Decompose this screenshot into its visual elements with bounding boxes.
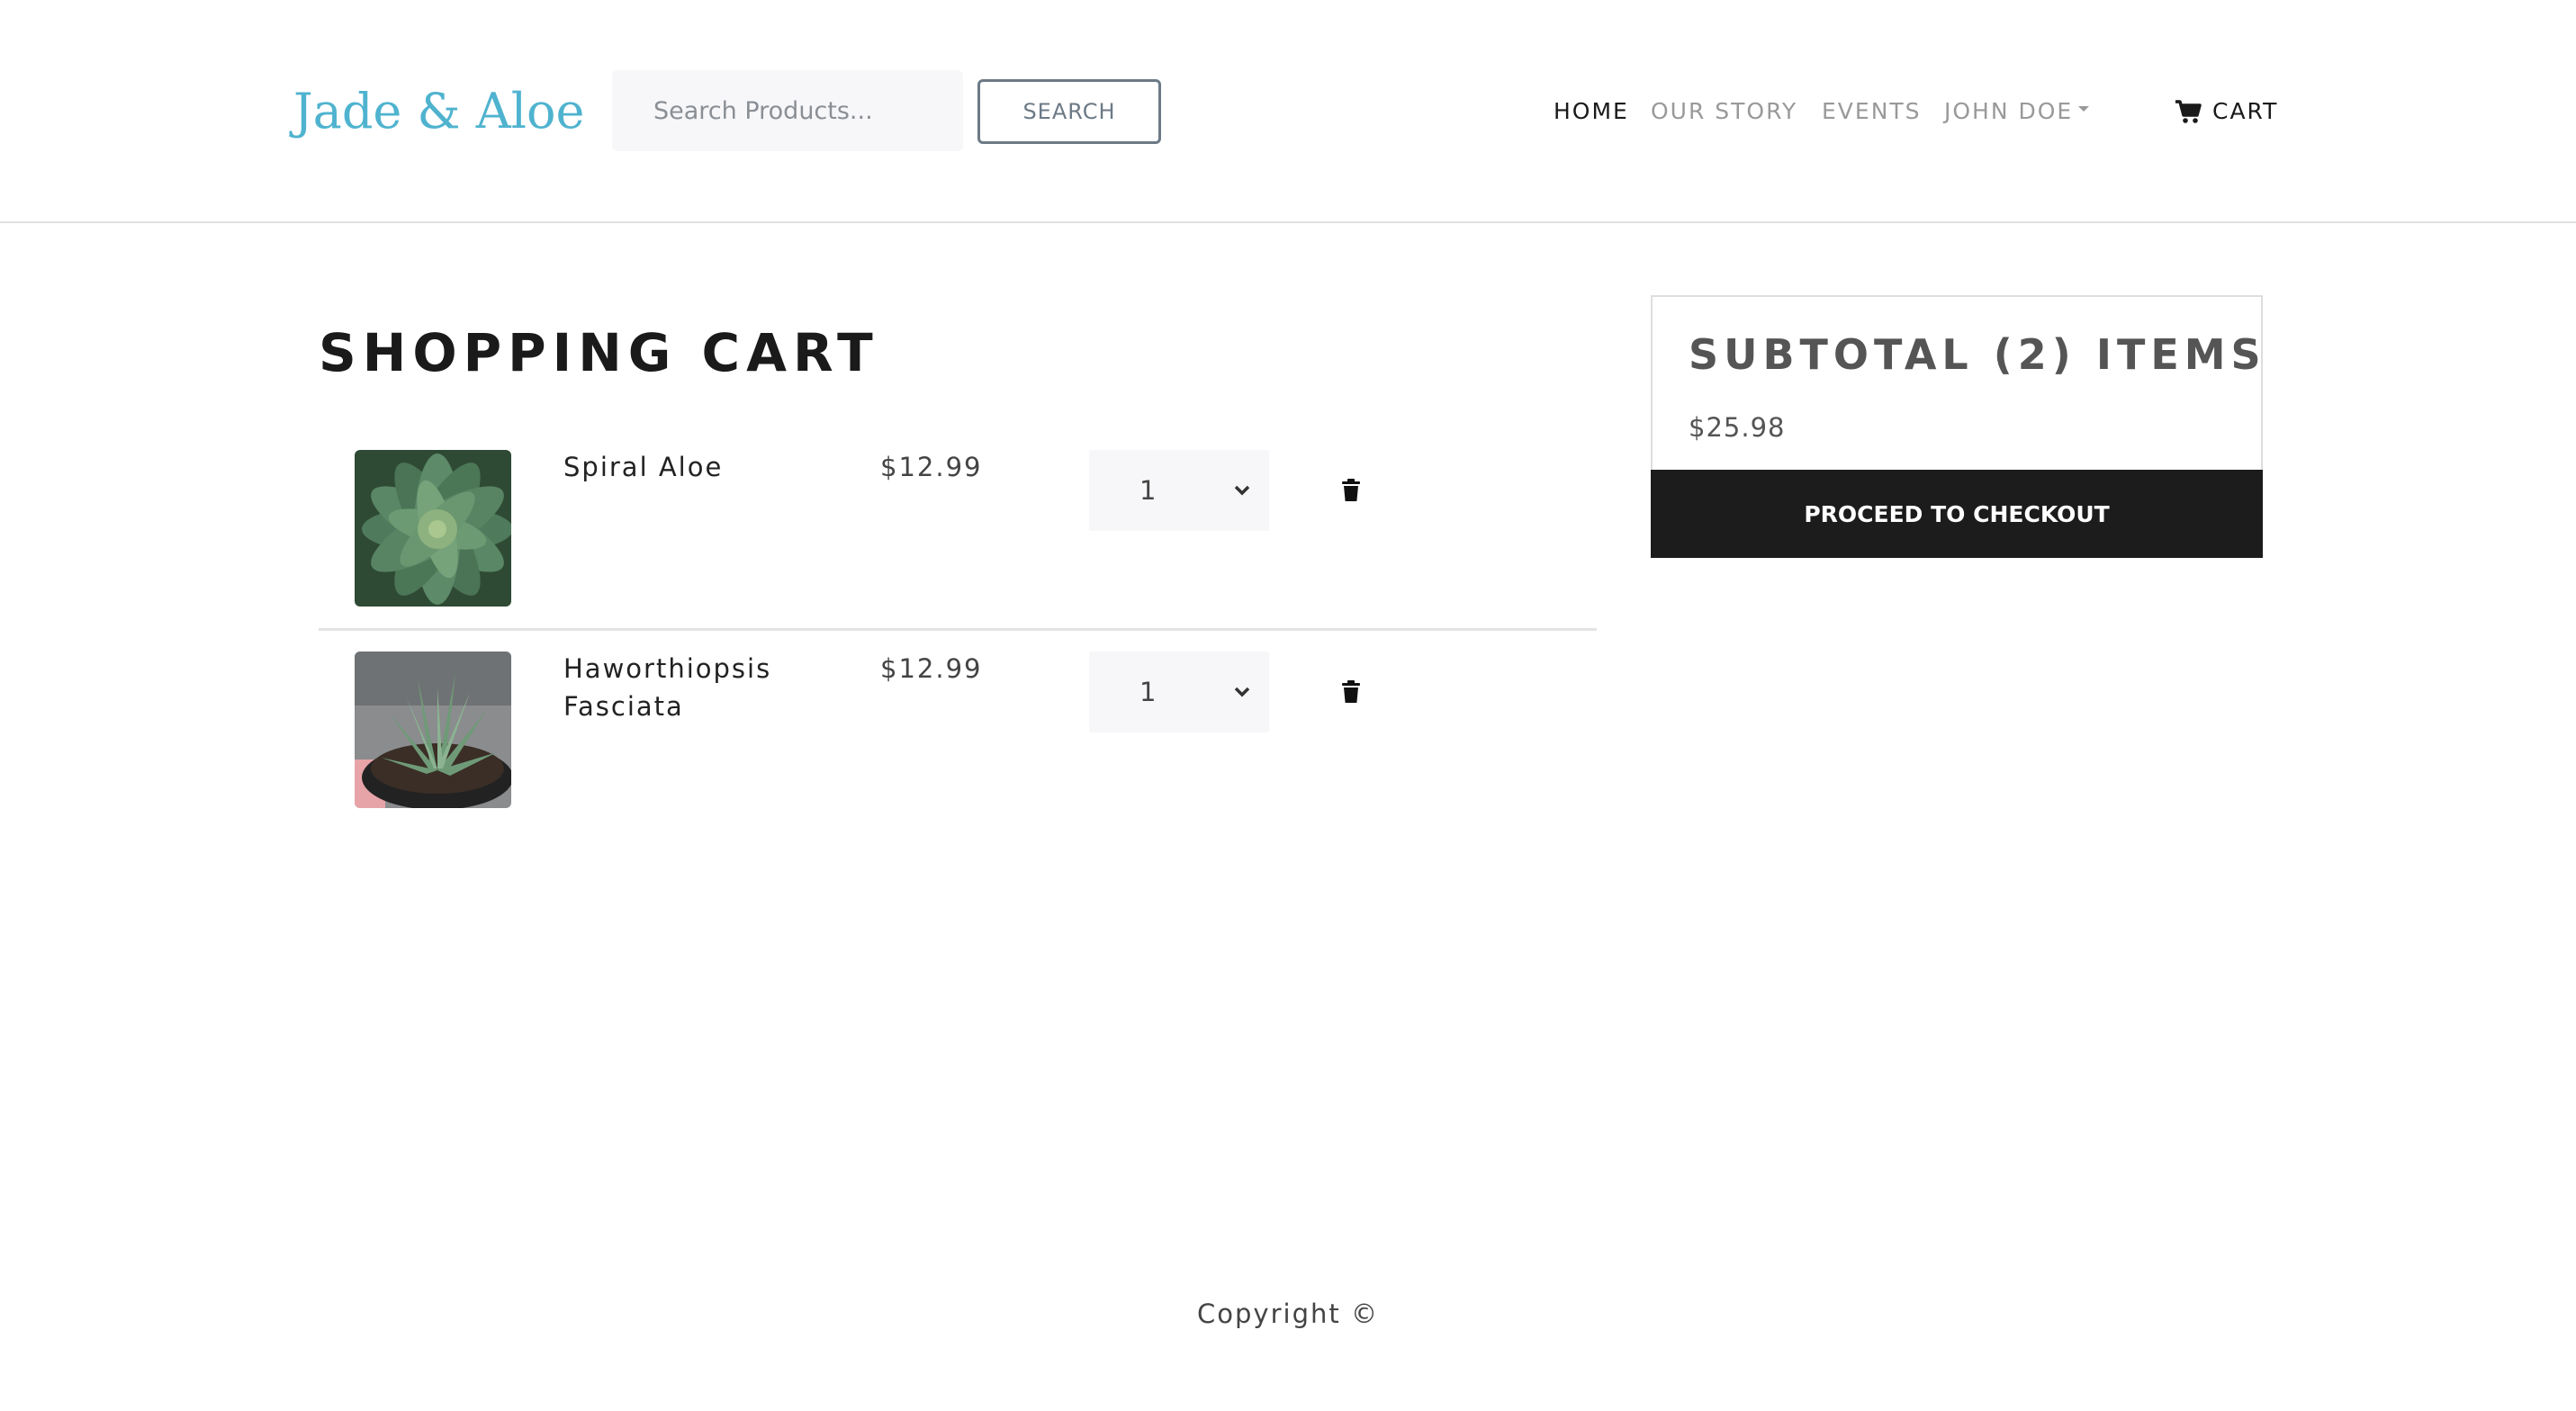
brand-logo[interactable]: Jade & Aloe (293, 79, 585, 144)
nav-events[interactable]: EVENTS (1822, 94, 1922, 130)
nav-cart-label: CART (2212, 98, 2279, 124)
product-image-spiral-aloe[interactable] (355, 450, 511, 607)
proceed-to-checkout-button[interactable]: PROCEED TO CHECKOUT (1651, 470, 2263, 558)
caret-down-icon (2078, 106, 2090, 112)
trash-icon[interactable] (1341, 680, 1361, 704)
subtotal-amount: $25.98 (1689, 412, 1786, 443)
item-name[interactable]: Haworthiopsis Fasciata (563, 650, 851, 725)
nav-our-story[interactable]: OUR STORY (1651, 94, 1797, 130)
item-name[interactable]: Spiral Aloe (563, 448, 851, 486)
site-header: Jade & Aloe SEARCH HOME OUR STORY EVENTS… (0, 0, 2576, 223)
nav-user-dropdown[interactable]: JOHN DOE (1944, 94, 2090, 130)
item-price: $12.99 (880, 452, 983, 482)
footer-copyright: Copyright © (1197, 1299, 1379, 1329)
product-image-haworthiopsis[interactable] (355, 652, 511, 808)
cart-item-row: Haworthiopsis Fasciata $12.99 1 (319, 648, 1597, 819)
nav-home[interactable]: HOME (1554, 94, 1629, 130)
order-summary-card: SUBTOTAL (2) ITEMS $25.98 PROCEED TO CHE… (1651, 295, 2263, 558)
chevron-down-icon (1234, 687, 1250, 697)
search-button[interactable]: SEARCH (977, 79, 1161, 144)
item-price: $12.99 (880, 653, 983, 684)
nav-cart[interactable]: CART (2175, 94, 2278, 130)
trash-icon[interactable] (1341, 479, 1361, 502)
search-input[interactable] (612, 70, 963, 151)
cart-item-row: Spiral Aloe $12.99 1 (319, 446, 1597, 631)
quantity-select[interactable]: 1 (1089, 450, 1269, 531)
chevron-down-icon (1234, 485, 1250, 496)
subtotal-title: SUBTOTAL (2) ITEMS (1689, 330, 2266, 379)
quantity-value: 1 (1139, 677, 1157, 707)
page-title: SHOPPING CART (319, 322, 879, 383)
quantity-select[interactable]: 1 (1089, 652, 1269, 732)
quantity-value: 1 (1139, 475, 1157, 506)
nav-user-label: JOHN DOE (1944, 98, 2074, 124)
shopping-cart-icon (2175, 100, 2202, 123)
